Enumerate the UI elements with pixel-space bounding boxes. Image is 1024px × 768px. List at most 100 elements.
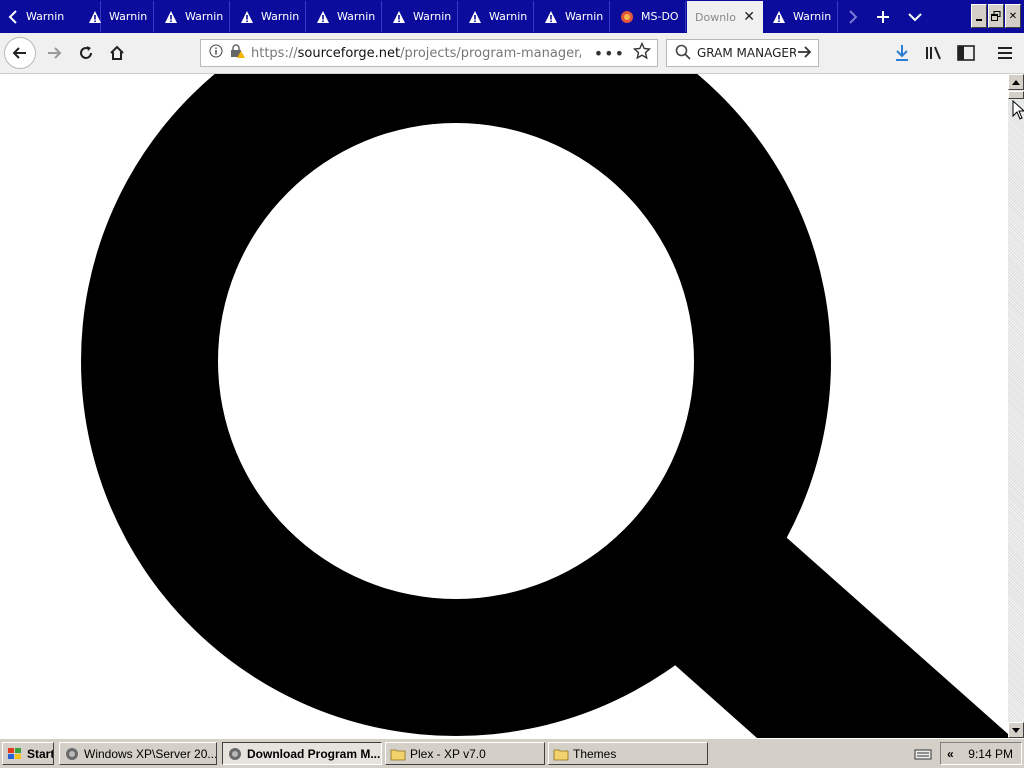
- forward-button[interactable]: [38, 37, 70, 69]
- tab-scroll-right-button[interactable]: [840, 0, 866, 33]
- home-button[interactable]: [101, 37, 133, 69]
- vertical-scrollbar[interactable]: [1008, 74, 1024, 738]
- warning-icon: [239, 9, 255, 25]
- tab-label: Warnin: [337, 10, 376, 23]
- taskbar-item-label: Windows XP\Server 20...: [84, 746, 217, 761]
- folder-icon: [553, 749, 569, 760]
- tab-warning-7[interactable]: Warnin: [459, 1, 534, 32]
- browser-window-icon: [229, 747, 241, 760]
- navigation-toolbar: https://sourceforge.net/projects/program…: [0, 33, 1024, 74]
- close-icon: ✕: [1008, 10, 1018, 22]
- tab-label: Warnin: [793, 10, 832, 23]
- download-arrow-icon: [896, 45, 908, 61]
- taskbar: Start Windows XP\Server 20... Download P…: [0, 738, 1024, 768]
- tab-warning-4[interactable]: Warnin: [231, 1, 306, 32]
- info-icon[interactable]: [209, 44, 223, 62]
- menu-button[interactable]: [989, 37, 1021, 69]
- browser-window-icon: [66, 747, 78, 760]
- new-tab-button[interactable]: [870, 0, 896, 33]
- close-window-button[interactable]: ✕: [1005, 4, 1021, 28]
- taskbar-item-label: Themes: [573, 746, 617, 761]
- search-icon: [675, 44, 691, 63]
- home-icon: [110, 45, 124, 60]
- reload-icon: [80, 46, 92, 59]
- show-hidden-icons-chevron[interactable]: «: [947, 747, 954, 761]
- address-bar[interactable]: https://sourceforge.net/projects/program…: [200, 39, 658, 67]
- scroll-up-button[interactable]: [1008, 74, 1024, 90]
- warning-icon: [391, 9, 407, 25]
- system-tray: « 9:14 PM: [940, 742, 1022, 765]
- url-path: /projects/program-manager/file: [400, 45, 581, 61]
- tab-warning-2[interactable]: Warnin: [79, 1, 154, 32]
- mouse-cursor-icon: [1012, 100, 1024, 120]
- tab-warning-9[interactable]: Warnin: [763, 1, 838, 32]
- tab-label: Warnin: [185, 10, 224, 23]
- warning-icon: [163, 9, 179, 25]
- magnifier-icon: [81, 74, 1008, 738]
- url-scheme: https://: [251, 45, 298, 61]
- taskbar-item-label: Download Program M...: [247, 746, 381, 761]
- arrow-up-icon: [1012, 79, 1020, 85]
- restore-button[interactable]: [988, 4, 1004, 28]
- tab-label: Warnin: [261, 10, 300, 23]
- warning-icon: [315, 9, 331, 25]
- tab-label: Warnin: [489, 10, 528, 23]
- tab-download-active[interactable]: Downlo ✕: [687, 1, 763, 33]
- scroll-thumb[interactable]: [1008, 91, 1024, 99]
- tab-warning-5[interactable]: Warnin: [307, 1, 382, 32]
- tab-scroll-left-button[interactable]: [0, 0, 26, 33]
- sidebar-button[interactable]: [950, 37, 982, 69]
- search-go-icon[interactable]: [796, 44, 812, 63]
- back-button[interactable]: [4, 37, 36, 69]
- tab-label: Downlo: [695, 10, 736, 24]
- scroll-down-button[interactable]: [1008, 722, 1024, 738]
- url-domain: sourceforge.net: [297, 45, 401, 61]
- url-text: https://sourceforge.net/projects/program…: [251, 46, 581, 61]
- page-content: [0, 74, 1008, 738]
- tab-label: Warnin: [413, 10, 452, 23]
- lock-warning-icon[interactable]: [229, 44, 245, 62]
- tab-warning-8[interactable]: Warnin: [535, 1, 610, 32]
- library-icon: [926, 46, 941, 60]
- plus-icon: [877, 10, 889, 23]
- taskbar-item-themes[interactable]: Themes: [548, 742, 708, 765]
- taskbar-item-plex-xp[interactable]: Plex - XP v7.0: [385, 742, 545, 765]
- folder-icon: [390, 749, 406, 760]
- library-button[interactable]: [918, 37, 950, 69]
- search-input-text: GRAM MANAGER: [697, 46, 796, 60]
- tab-ms-dos[interactable]: MS-DO: [611, 1, 686, 32]
- tab-warning-3[interactable]: Warnin: [155, 1, 230, 32]
- warning-icon: [771, 9, 787, 25]
- taskbar-item-download-program-manager[interactable]: Download Program M...: [222, 742, 382, 765]
- page-actions-icon[interactable]: •••: [594, 44, 625, 63]
- arrow-right-icon: [48, 47, 62, 59]
- chevron-right-icon: [849, 9, 858, 24]
- clock[interactable]: 9:14 PM: [968, 747, 1013, 761]
- tab-label: Warnin: [26, 10, 65, 23]
- tab-label: Warnin: [565, 10, 604, 23]
- restore-icon: [991, 11, 1001, 21]
- tab-warning-6[interactable]: Warnin: [383, 1, 458, 32]
- warning-icon: [543, 9, 559, 25]
- downloads-button[interactable]: [886, 37, 918, 69]
- bookmark-star-icon[interactable]: [632, 41, 652, 64]
- tab-label: Warnin: [109, 10, 148, 23]
- start-button[interactable]: Start: [2, 742, 54, 765]
- chevron-down-icon: [908, 12, 922, 21]
- taskbar-item-windows-xp-server[interactable]: Windows XP\Server 20...: [59, 742, 217, 765]
- windows-logo-icon: [8, 747, 21, 759]
- warning-icon: [87, 9, 103, 25]
- tab-label: MS-DO: [641, 10, 679, 23]
- search-box[interactable]: GRAM MANAGER: [666, 39, 819, 67]
- hamburger-menu-icon: [998, 47, 1012, 59]
- reload-button[interactable]: [70, 37, 102, 69]
- sidebar-icon: [957, 45, 975, 61]
- chevron-left-icon: [8, 9, 17, 24]
- close-tab-icon[interactable]: ✕: [743, 9, 755, 25]
- tab-strip: Warnin Warnin Warnin Warnin Warnin Warni…: [0, 0, 1024, 33]
- minimize-button[interactable]: [971, 4, 987, 28]
- minimize-icon: [976, 19, 982, 21]
- magnifier-lens: [218, 123, 694, 599]
- list-all-tabs-button[interactable]: [902, 0, 928, 33]
- keyboard-icon[interactable]: [914, 747, 932, 764]
